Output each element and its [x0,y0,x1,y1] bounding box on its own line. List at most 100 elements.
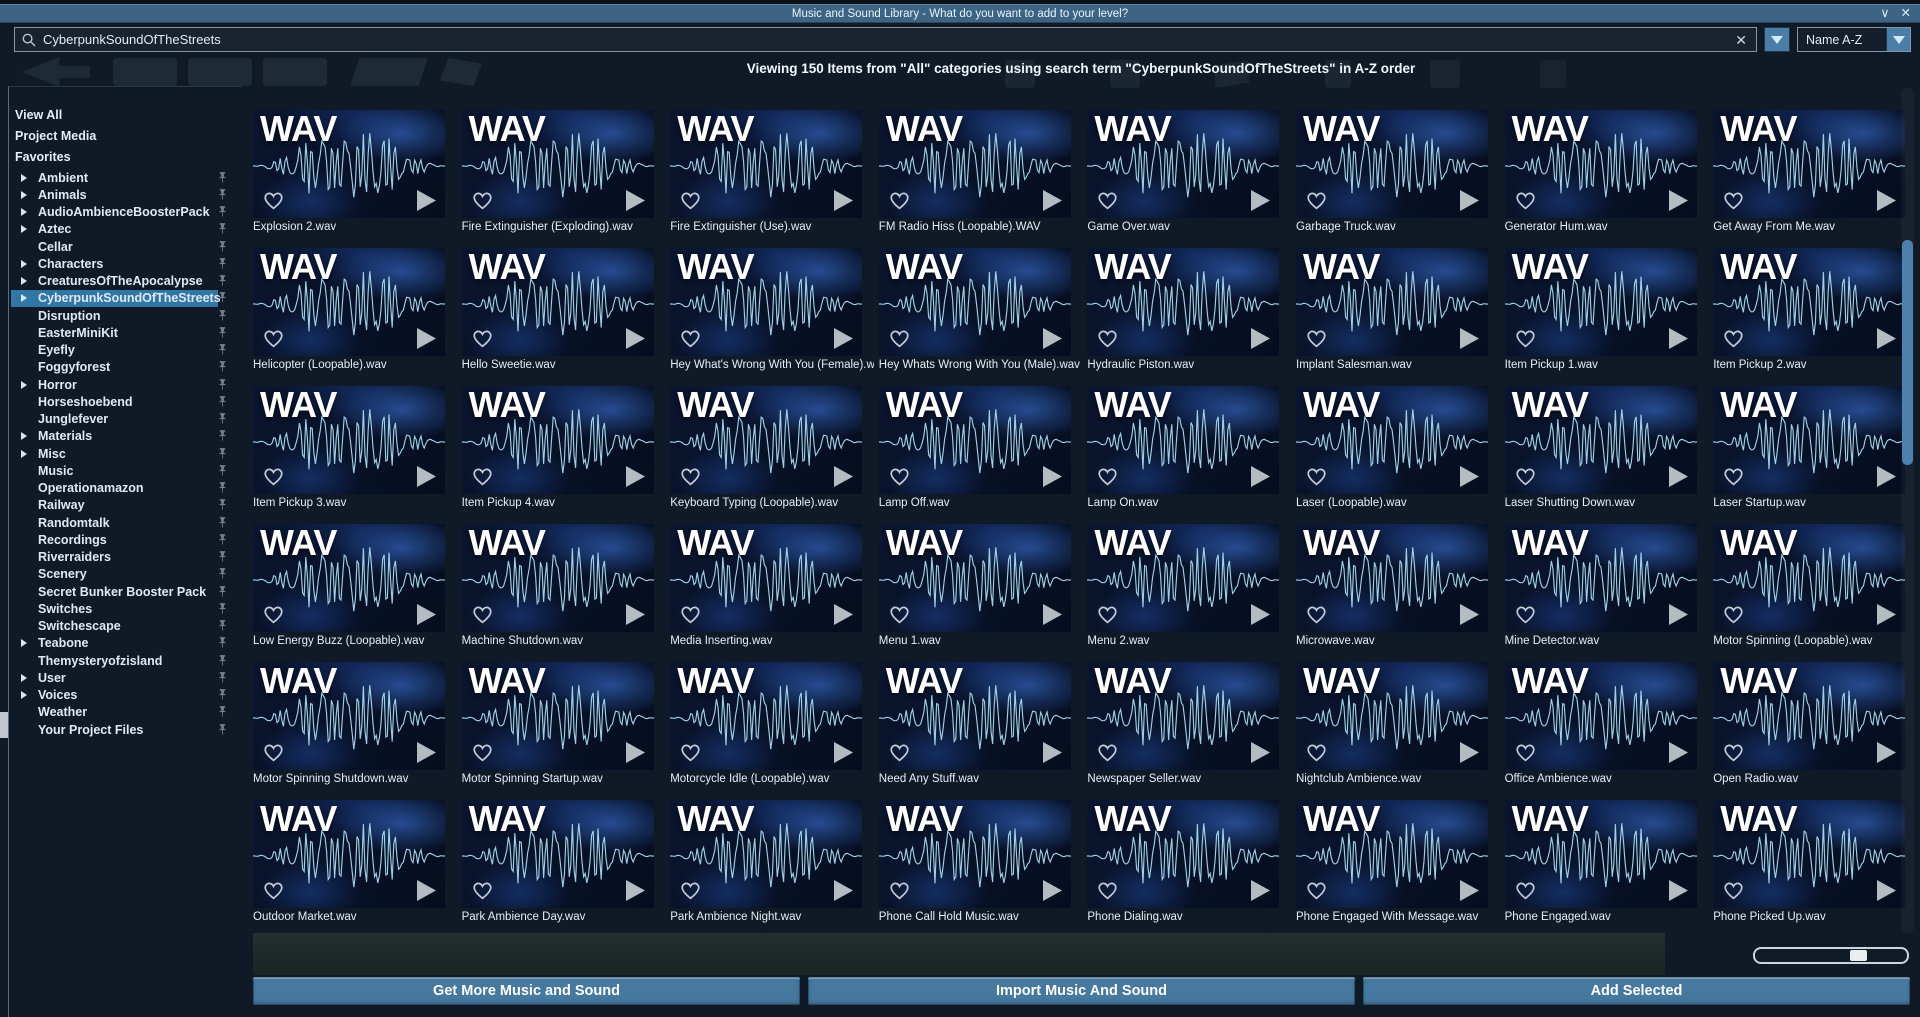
sound-tile[interactable]: WAV Menu 2.wav [1087,524,1279,647]
play-preview-icon[interactable] [1669,466,1688,487]
play-preview-icon[interactable] [1669,328,1688,349]
sound-thumbnail[interactable]: WAV [1296,248,1488,356]
pin-icon[interactable] [218,292,227,304]
favorite-heart-icon[interactable] [888,328,911,349]
sound-thumbnail[interactable]: WAV [1087,662,1279,770]
pin-icon[interactable] [218,689,227,701]
sidebar-category-eyefly[interactable]: Eyefly [9,342,242,359]
play-preview-icon[interactable] [626,604,645,625]
pin-icon[interactable] [218,275,227,287]
pin-icon[interactable] [218,206,227,218]
play-preview-icon[interactable] [1460,742,1479,763]
sidebar-category-themysteryofzisland[interactable]: Themysteryofzisland [9,652,242,669]
sound-tile[interactable]: WAV Microwave.wav [1296,524,1488,647]
favorite-heart-icon[interactable] [679,190,702,211]
sound-tile[interactable]: WAV Motorcycle Idle (Loopable).wav [670,662,862,785]
sound-thumbnail[interactable]: WAV [1505,662,1697,770]
sound-thumbnail[interactable]: WAV [879,386,1071,494]
favorite-heart-icon[interactable] [1722,190,1745,211]
pin-icon[interactable] [218,379,227,391]
pin-icon[interactable] [218,724,227,736]
sound-tile[interactable]: WAV Lamp On.wav [1087,386,1279,509]
sidebar-category-cyberpunksoundofthestreets[interactable]: CyberpunkSoundOfTheStreets [9,290,242,307]
play-preview-icon[interactable] [1669,880,1688,901]
favorite-heart-icon[interactable] [471,466,494,487]
expand-arrow-icon[interactable] [21,277,27,285]
sound-tile[interactable]: WAV Phone Picked Up.wav [1713,800,1905,923]
sidebar-category-characters[interactable]: Characters [9,255,242,272]
sound-tile[interactable]: WAV Laser Shutting Down.wav [1505,386,1697,509]
pin-icon[interactable] [218,672,227,684]
sound-tile[interactable]: WAV Motor Spinning Startup.wav [462,662,654,785]
sound-tile[interactable]: WAV Motor Spinning (Loopable).wav [1713,524,1905,647]
play-preview-icon[interactable] [1251,328,1270,349]
sound-tile[interactable]: WAV Fire Extinguisher (Use).wav [670,110,862,233]
sound-thumbnail[interactable]: WAV [462,386,654,494]
sound-tile[interactable]: WAV Phone Engaged.wav [1505,800,1697,923]
sound-tile[interactable]: WAV Laser Startup.wav [1713,386,1905,509]
favorite-heart-icon[interactable] [888,604,911,625]
sort-dropdown-button[interactable] [1886,28,1910,51]
play-preview-icon[interactable] [1460,466,1479,487]
sidebar-item-favorites[interactable]: Favorites [9,146,242,167]
pin-icon[interactable] [218,361,227,373]
pin-icon[interactable] [218,430,227,442]
favorite-heart-icon[interactable] [679,466,702,487]
sound-tile[interactable]: WAV Explosion 2.wav [253,110,445,233]
play-preview-icon[interactable] [626,328,645,349]
sidebar-category-switches[interactable]: Switches [9,600,242,617]
sound-thumbnail[interactable]: WAV [1296,662,1488,770]
sound-tile[interactable]: WAV Low Energy Buzz (Loopable).wav [253,524,445,647]
sound-tile[interactable]: WAV Open Radio.wav [1713,662,1905,785]
favorite-heart-icon[interactable] [679,742,702,763]
minimize-icon[interactable]: ∨ [1880,7,1889,20]
sound-thumbnail[interactable]: WAV [462,110,654,218]
sound-thumbnail[interactable]: WAV [1713,524,1905,632]
sidebar-category-easterminikit[interactable]: EasterMiniKit [9,324,242,341]
sidebar-category-switchescape[interactable]: Switchescape [9,618,242,635]
play-preview-icon[interactable] [1043,328,1062,349]
sound-tile[interactable]: WAV Newspaper Seller.wav [1087,662,1279,785]
sidebar-category-randomtalk[interactable]: Randomtalk [9,514,242,531]
play-preview-icon[interactable] [626,190,645,211]
pin-icon[interactable] [218,258,227,270]
sidebar-category-riverraiders[interactable]: Riverraiders [9,549,242,566]
sound-tile[interactable]: WAV Machine Shutdown.wav [462,524,654,647]
thumbnail-size-slider[interactable] [1753,947,1909,964]
expand-arrow-icon[interactable] [21,381,27,389]
sound-thumbnail[interactable]: WAV [253,110,445,218]
sound-thumbnail[interactable]: WAV [879,800,1071,908]
sound-thumbnail[interactable]: WAV [1087,524,1279,632]
favorite-heart-icon[interactable] [1096,742,1119,763]
sidebar-category-operationamazon[interactable]: Operationamazon [9,480,242,497]
sound-tile[interactable]: WAV Fire Extinguisher (Exploding).wav [462,110,654,233]
sound-thumbnail[interactable]: WAV [253,386,445,494]
expand-arrow-icon[interactable] [21,260,27,268]
sidebar-category-misc[interactable]: Misc [9,445,242,462]
favorite-heart-icon[interactable] [1514,190,1537,211]
pin-icon[interactable] [218,448,227,460]
play-preview-icon[interactable] [834,880,853,901]
play-preview-icon[interactable] [1669,742,1688,763]
sound-thumbnail[interactable]: WAV [670,386,862,494]
favorite-heart-icon[interactable] [888,190,911,211]
play-preview-icon[interactable] [417,742,436,763]
sound-tile[interactable]: WAV Need Any Stuff.wav [879,662,1071,785]
pin-icon[interactable] [218,482,227,494]
pin-icon[interactable] [218,396,227,408]
play-preview-icon[interactable] [1251,604,1270,625]
favorite-heart-icon[interactable] [1305,604,1328,625]
sound-tile[interactable]: WAV Menu 1.wav [879,524,1071,647]
get-more-music-button[interactable]: Get More Music and Sound [253,977,800,1005]
play-preview-icon[interactable] [1877,742,1896,763]
sound-tile[interactable]: WAV Item Pickup 4.wav [462,386,654,509]
play-preview-icon[interactable] [834,466,853,487]
sound-tile[interactable]: WAV FM Radio Hiss (Loopable).WAV [879,110,1071,233]
play-preview-icon[interactable] [417,604,436,625]
search-input[interactable]: CyberpunkSoundOfTheStreets ✕ [14,27,1757,52]
favorite-heart-icon[interactable] [1722,880,1745,901]
sidebar-category-weather[interactable]: Weather [9,704,242,721]
sidebar-item-view-all[interactable]: View All [9,104,242,125]
favorite-heart-icon[interactable] [888,466,911,487]
favorite-heart-icon[interactable] [471,604,494,625]
